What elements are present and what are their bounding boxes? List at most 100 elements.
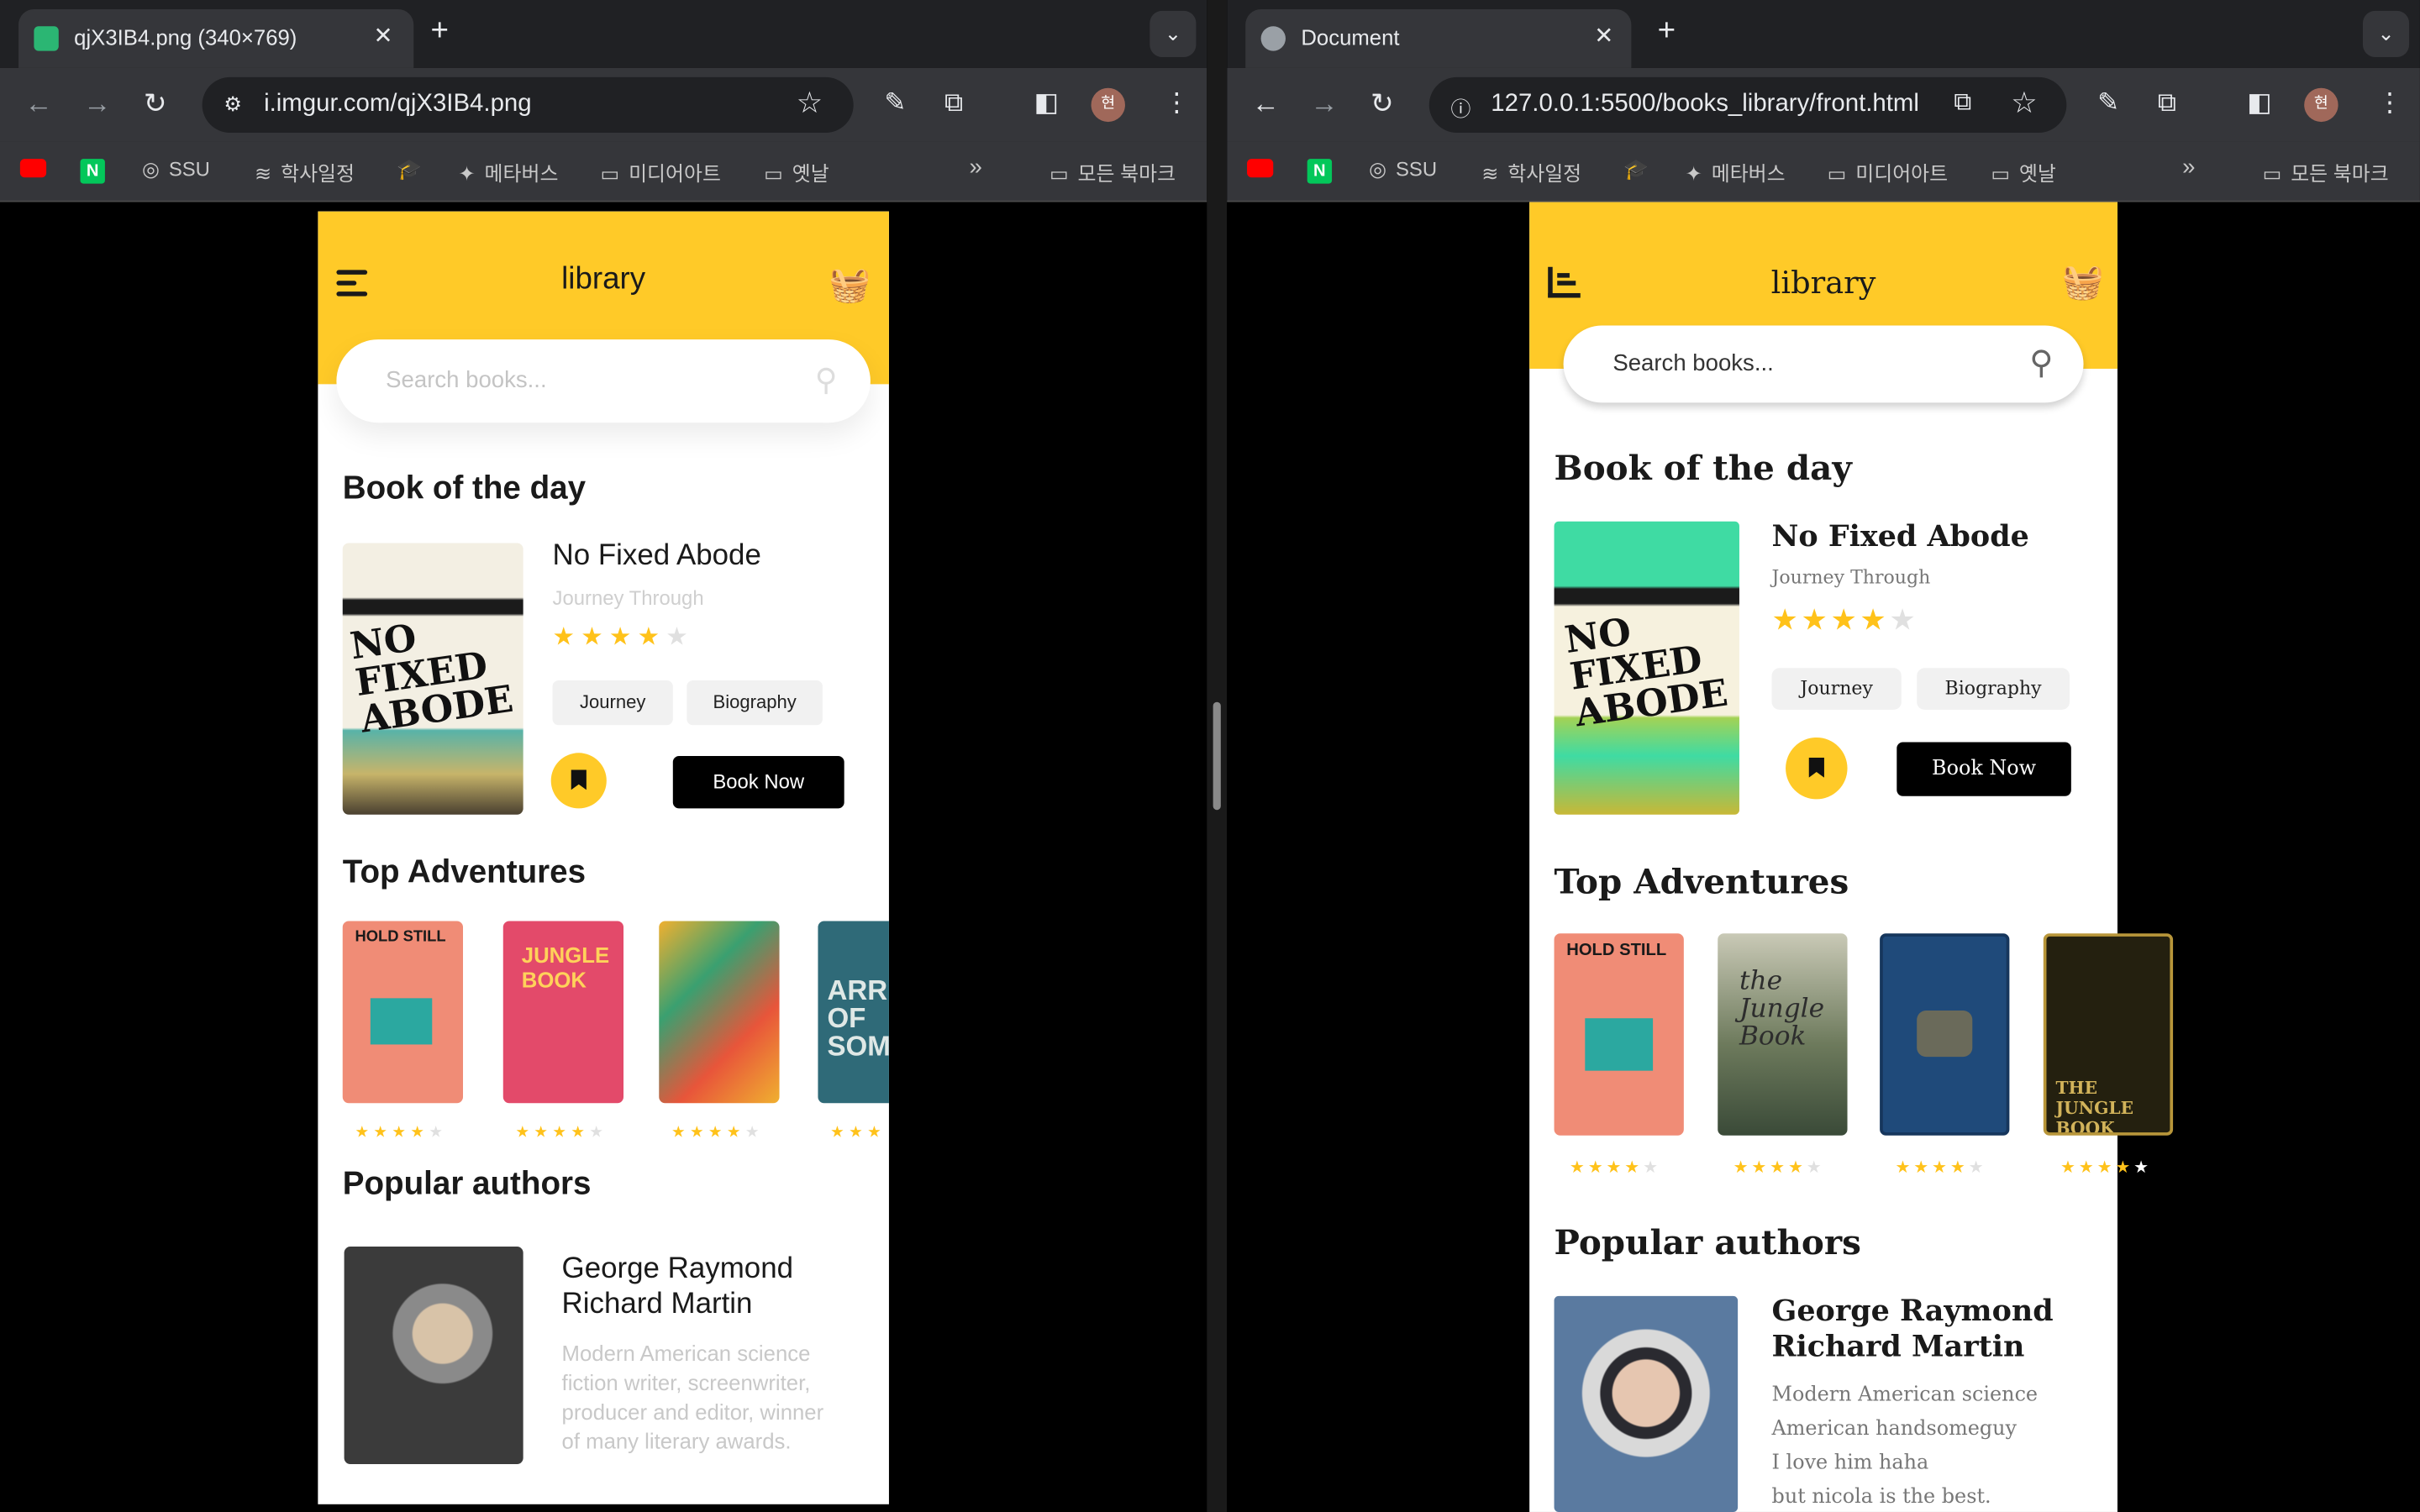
profile-avatar[interactable]: 현 [2304,87,2338,123]
forward-icon[interactable]: → [1310,88,1338,121]
back-icon[interactable]: ← [1252,88,1280,121]
bookmark-schedule[interactable]: ≋ 학사일정 [1481,157,1581,186]
book-subtitle: Journey Through [1771,566,1931,588]
jungle-book-cover-2[interactable] [1880,933,2010,1136]
more-bookmarks-icon[interactable]: » [2182,155,2195,181]
side-panel-icon[interactable]: ◧ [2247,88,2272,119]
book-now-button[interactable]: Book Now [1897,742,2071,796]
translate-icon[interactable]: ⧉ [1954,90,1971,118]
site-info-icon[interactable]: ⚙ [224,92,248,117]
jungle-book-cover-1[interactable]: the Jungle Book [1718,933,1848,1136]
search-placeholder: Search books... [386,367,547,394]
tag-biography: Biography [687,680,823,726]
bookmark-folder-mediaart[interactable]: ▭ 미디어아트 [600,157,720,186]
search-icon[interactable]: ⚲ [2029,344,2053,381]
app-title: library [561,262,646,297]
top-adventures-heading: Top Adventures [1554,862,1849,903]
bookmark-star-icon[interactable]: ☆ [797,87,823,122]
info-icon[interactable]: ⓘ [1450,92,1475,121]
extension-icon[interactable]: ✎ [884,88,906,119]
youtube-bookmark[interactable] [1247,157,1274,181]
bookmark-ssu[interactable]: ◎ SSU [1369,157,1437,181]
no-fixed-abode-cover: NO FIXED ABODE [1554,521,1739,815]
youtube-icon [1247,159,1274,178]
jungle-book-cover-3[interactable]: THE JUNGLE BOOK [2043,933,2174,1136]
naver-bookmark[interactable]: N [1307,157,1333,184]
reload-icon[interactable]: ↻ [144,88,167,121]
reload-icon[interactable]: ↻ [1370,88,1394,121]
divider-handle[interactable] [1213,701,1221,811]
bookmark-cap[interactable]: 🎓 [1623,157,1658,181]
site-icon: ≋ [1481,161,1499,186]
toolbar: ← → ↻ ⚙ i.imgur.com/qjX3IB4.png ☆ ✎ ⧉ ◧ … [0,67,1207,142]
tab-strip: qjX3IB4.png (340×769) ✕ + ⌄ [0,0,1207,68]
side-panel-icon[interactable]: ◧ [1034,88,1060,119]
bookmark-ssu[interactable]: ◎ SSU [142,157,210,181]
address-bar[interactable]: ⚙ i.imgur.com/qjX3IB4.png ☆ [202,76,854,133]
back-icon[interactable]: ← [24,88,52,121]
bookmark-metaverse[interactable]: ✦ 메타버스 [458,157,558,186]
bookmark-folder-old[interactable]: ▭ 옛날 [1991,157,2056,186]
tag-journey[interactable]: Journey [1771,668,1902,710]
tab-image[interactable]: qjX3IB4.png (340×769) ✕ [18,9,414,68]
address-bar[interactable]: ⓘ 127.0.0.1:5500/books_library/front.htm… [1428,76,2067,133]
puzzle-icon[interactable]: ⧉ [944,88,963,119]
menu-icon[interactable]: ⋮ [2377,88,2403,119]
new-tab-button[interactable]: + [1658,14,1676,50]
bookmark-button[interactable] [1786,737,1848,800]
bookmark-cap[interactable]: 🎓 [397,157,431,181]
app-title: library [1770,264,1876,302]
book-of-day-heading: Book of the day [342,470,587,507]
book-subtitle: Journey Through [552,585,704,610]
bookmark-star-icon[interactable]: ☆ [2011,87,2037,122]
author-bio: Modern American science American handsome… [1771,1383,2039,1509]
forward-icon[interactable]: → [83,88,111,121]
book-title: No Fixed Abode [1771,519,2029,554]
menu-icon[interactable]: ⋮ [1164,88,1190,119]
folder-icon: ▭ [600,161,620,186]
extension-icon[interactable]: ✎ [2097,88,2119,119]
url-text: 127.0.0.1:5500/books_library/front.html [1491,91,1919,118]
new-tab-button[interactable]: + [430,14,448,50]
bookmark-folder-old[interactable]: ▭ 옛날 [764,157,829,186]
split-view-divider[interactable] [1207,0,1228,1512]
close-tab-icon[interactable]: ✕ [373,22,392,50]
close-tab-icon[interactable]: ✕ [1594,22,1613,50]
image-viewport: library 🧺 Search books... ⚲ Book of the … [0,202,1207,1512]
hold-still-cover[interactable]: HOLD STILL [1554,933,1684,1136]
globe-icon: ◎ [1369,157,1386,181]
puzzle-icon[interactable]: ⧉ [2158,88,2176,119]
tab-search-button[interactable]: ⌄ [2362,10,2410,57]
adventure-rating-1: ★★★★★ [355,1124,448,1142]
profile-avatar[interactable]: 현 [1091,87,1125,123]
jungle-book-cover-2 [659,921,780,1104]
search-icon: ⚲ [814,364,838,398]
url-text: i.imgur.com/qjX3IB4.png [264,91,532,118]
left-browser-window: qjX3IB4.png (340×769) ✕ + ⌄ ← → ↻ ⚙ i.im… [0,0,1207,1512]
adventure-rating-3: ★★★★★ [671,1124,764,1142]
bookmark-folder-mediaart[interactable]: ▭ 미디어아트 [1828,157,1948,186]
no-fixed-abode-cover: NO FIXED ABODE [342,543,523,815]
tab-document[interactable]: Document ✕ [1245,9,1632,68]
bookmark-metaverse[interactable]: ✦ 메타버스 [1686,157,1786,186]
folder-icon: ▭ [1991,161,2010,186]
search-input[interactable]: Search books... [1612,350,1773,376]
folder-icon: ▭ [1049,161,1069,186]
all-bookmarks-folder[interactable]: ▭ 모든 북마크 [2263,157,2389,186]
tab-strip: Document ✕ + ⌄ [1227,0,2420,68]
search-bar[interactable]: Search books... ⚲ [1563,325,2084,403]
bookmark-schedule[interactable]: ≋ 학사일정 [255,157,355,186]
rocket-icon: ✦ [458,161,476,186]
tag-biography[interactable]: Biography [1917,668,2070,710]
all-bookmarks-folder[interactable]: ▭ 모든 북마크 [1050,157,1176,186]
youtube-bookmark[interactable] [19,157,47,181]
basket-icon[interactable]: 🧺 [2062,264,2104,302]
tab-search-button[interactable]: ⌄ [1150,10,1197,57]
site-icon: ≋ [255,161,272,186]
book-now-button: Book Now [672,755,844,809]
more-bookmarks-icon[interactable]: » [969,155,981,181]
adventure-rating-3: ★★★★★ [1895,1157,1987,1178]
hold-still-cover: HOLD STILL [342,921,464,1104]
author-bio: Modern American science fiction writer, s… [561,1341,824,1454]
naver-bookmark[interactable]: N [80,157,105,184]
